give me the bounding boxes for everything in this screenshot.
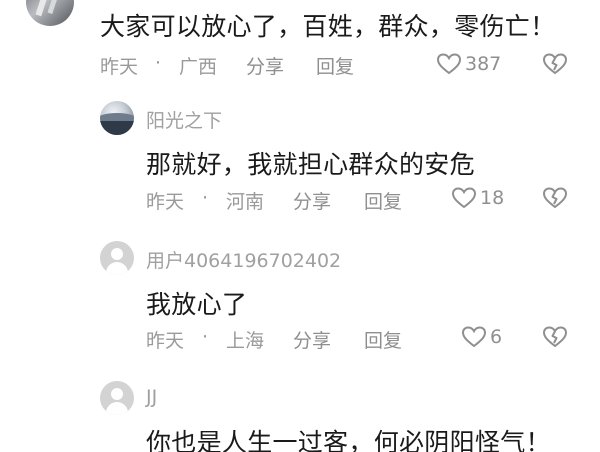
heart-outline-icon: [436, 53, 462, 75]
user-silhouette-icon: [111, 388, 123, 400]
share-button[interactable]: 分享: [293, 326, 331, 353]
share-button[interactable]: 分享: [293, 187, 331, 214]
reply-button[interactable]: 回复: [316, 52, 354, 79]
comment-location: 上海: [226, 330, 265, 352]
meta-separator: ·: [202, 326, 209, 348]
reply-button[interactable]: 回复: [364, 326, 402, 353]
username[interactable]: 用户4064196702402: [146, 246, 341, 273]
dislike-button[interactable]: [542, 325, 568, 353]
like-count: 18: [480, 187, 505, 209]
avatar-detail: [100, 121, 134, 135]
reply-button[interactable]: 回复: [364, 187, 402, 214]
avatar[interactable]: [26, 0, 74, 26]
share-button[interactable]: 分享: [246, 52, 284, 79]
comment-location: 广西: [179, 56, 218, 78]
comment-location: 河南: [226, 191, 265, 213]
comment-text: 大家可以放心了，百姓，群众，零伤亡！: [100, 12, 556, 41]
avatar[interactable]: [100, 101, 134, 135]
heart-outline-icon: [451, 187, 477, 209]
username[interactable]: JJ: [146, 386, 157, 408]
comment-text: 那就好，我就担心群众的安危: [146, 150, 475, 179]
dislike-button[interactable]: [542, 186, 568, 214]
comment-text: 你也是人生一过客，何必阴阳怪气！: [146, 428, 551, 452]
meta-separator: ·: [155, 52, 162, 74]
like-button[interactable]: 18: [451, 186, 504, 210]
comment-time: 昨天: [146, 191, 185, 213]
meta-separator: ·: [202, 187, 209, 209]
comment-time: 昨天: [146, 330, 185, 352]
broken-heart-icon: [542, 187, 568, 209]
avatar-detail: [47, 0, 62, 15]
username[interactable]: 阳光之下: [146, 106, 222, 133]
like-button[interactable]: 387: [436, 52, 501, 76]
comment-text: 我放心了: [146, 290, 248, 319]
user-silhouette-icon: [106, 402, 128, 415]
user-silhouette-icon: [106, 262, 128, 275]
heart-outline-icon: [461, 326, 487, 348]
like-button[interactable]: 6: [461, 325, 502, 349]
user-silhouette-icon: [111, 248, 123, 260]
comment-section: 大家可以放心了，百姓，群众，零伤亡！ 昨天 · 广西 分享 回复 387 阳光之…: [0, 0, 600, 452]
dislike-button[interactable]: [542, 52, 568, 80]
avatar[interactable]: [100, 241, 134, 275]
broken-heart-icon: [542, 326, 568, 348]
broken-heart-icon: [542, 53, 568, 75]
like-count: 387: [465, 53, 502, 75]
avatar[interactable]: [100, 381, 134, 415]
comment-time: 昨天: [100, 56, 139, 78]
like-count: 6: [490, 326, 503, 348]
